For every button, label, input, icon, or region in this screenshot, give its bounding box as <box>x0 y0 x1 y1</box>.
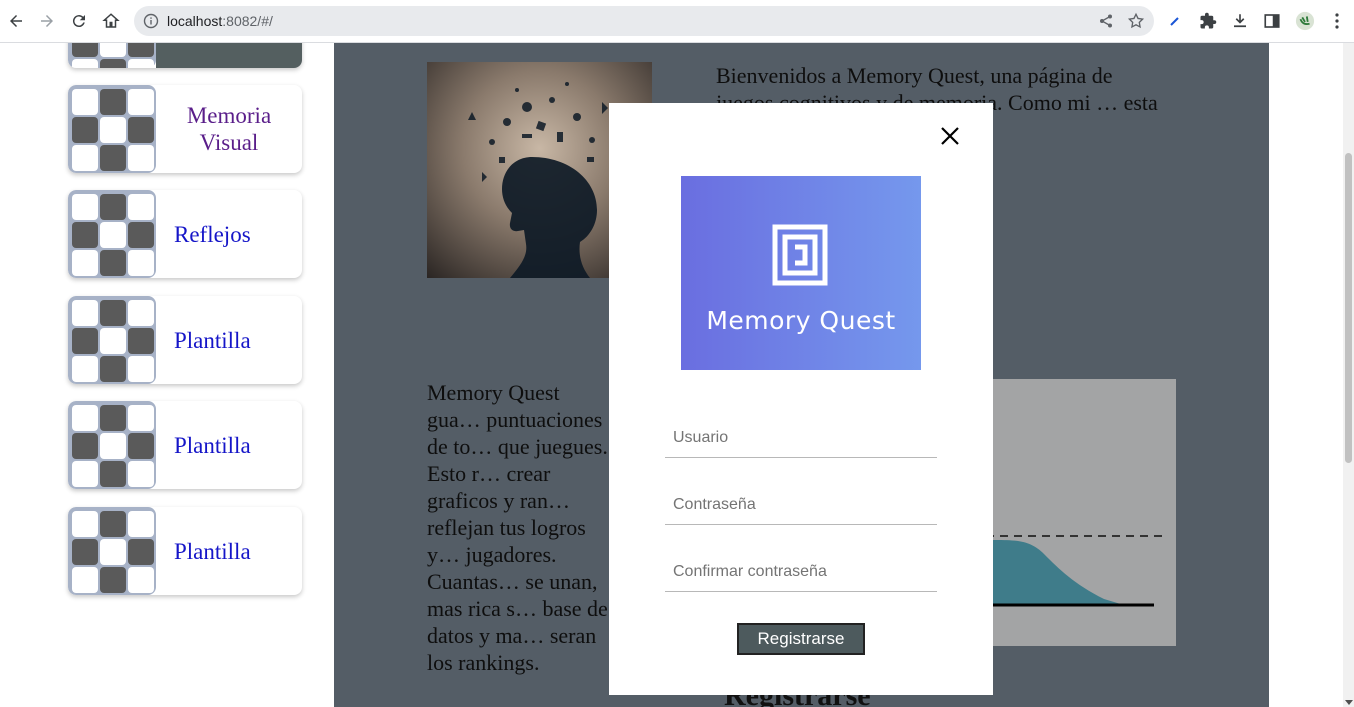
profile-avatar[interactable] <box>1295 11 1315 31</box>
sidebar-item-label[interactable]: Memoria Visual <box>156 85 302 173</box>
sidebar-item-memoria-visual[interactable]: Memoria Visual <box>68 85 302 173</box>
url-text: localhost:8082/#/ <box>167 13 273 29</box>
sidebar: Memoria Visual Reflejos Plantilla Planti… <box>0 43 334 707</box>
confirm-password-input[interactable] <box>665 552 937 592</box>
logo-maze-icon <box>772 224 828 286</box>
sidepanel-icon[interactable] <box>1262 11 1282 31</box>
ranking-chart-image <box>974 379 1176 646</box>
game-thumbnail <box>68 85 156 173</box>
game-thumbnail <box>68 296 156 384</box>
ranking-paragraph: Memory Quest gua… puntuaciones de to… qu… <box>427 380 608 675</box>
scrollbar-thumb[interactable] <box>1345 153 1352 463</box>
share-icon[interactable] <box>1098 13 1114 29</box>
username-input[interactable] <box>665 418 937 458</box>
forward-icon[interactable] <box>34 8 60 34</box>
pen-extension-icon[interactable] <box>1165 11 1185 31</box>
card-highlight <box>156 43 302 68</box>
info-icon[interactable] <box>143 13 159 29</box>
game-thumbnail <box>68 43 156 68</box>
game-thumbnail <box>68 401 156 489</box>
sidebar-item-plantilla-1[interactable]: Plantilla <box>68 296 302 384</box>
right-margin <box>1269 43 1343 707</box>
sidebar-item-label[interactable]: Reflejos <box>156 190 302 278</box>
sidebar-item-plantilla-2[interactable]: Plantilla <box>68 401 302 489</box>
password-input[interactable] <box>665 485 937 525</box>
game-thumbnail <box>68 190 156 278</box>
back-icon[interactable] <box>3 8 29 34</box>
star-icon[interactable] <box>1127 12 1145 30</box>
download-icon[interactable] <box>1230 11 1250 31</box>
sidebar-item-plantilla-3[interactable]: Plantilla <box>68 507 302 595</box>
close-icon[interactable] <box>935 121 965 151</box>
register-modal: Memory Quest Registrarse <box>609 103 993 695</box>
register-button[interactable]: Registrarse <box>737 623 865 655</box>
kebab-menu-icon[interactable] <box>1327 11 1347 31</box>
sidebar-item-reflejos[interactable]: Reflejos <box>68 190 302 278</box>
home-icon[interactable] <box>98 8 124 34</box>
address-bar[interactable]: localhost:8082/#/ <box>134 6 1154 36</box>
sidebar-item-label[interactable]: Plantilla <box>156 401 302 489</box>
memory-quest-logo: Memory Quest <box>681 176 921 370</box>
game-thumbnail <box>68 507 156 595</box>
browser-toolbar: localhost:8082/#/ <box>0 0 1354 43</box>
sidebar-card-partial[interactable] <box>68 43 302 68</box>
sidebar-item-label[interactable]: Plantilla <box>156 507 302 595</box>
logo-text: Memory Quest <box>706 306 896 335</box>
puzzle-extension-icon[interactable] <box>1198 11 1218 31</box>
reload-icon[interactable] <box>66 8 92 34</box>
sidebar-item-label[interactable]: Plantilla <box>156 296 302 384</box>
scroll-down-arrow[interactable] <box>1345 700 1353 705</box>
page-scrollbar[interactable] <box>1343 43 1354 707</box>
